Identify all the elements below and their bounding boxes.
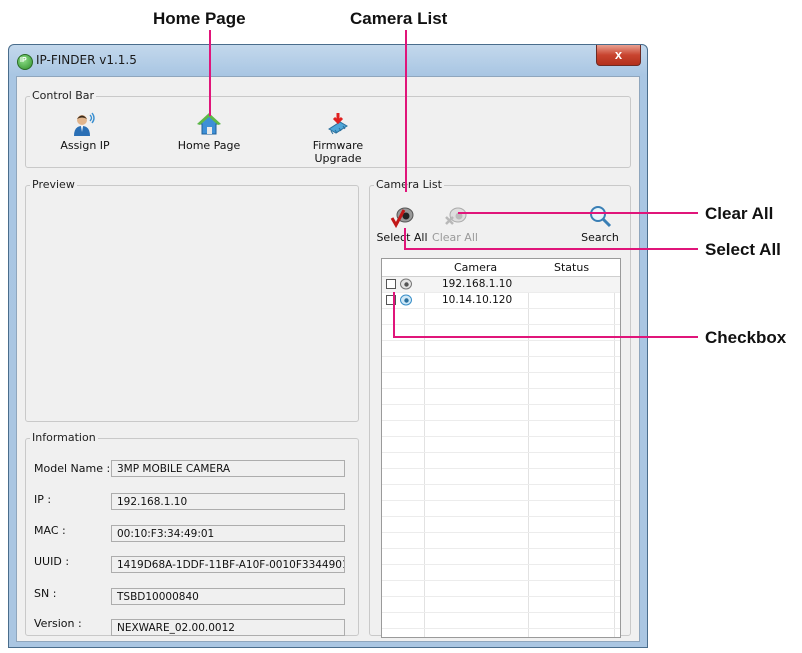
clear-all-label: Clear All <box>432 231 478 244</box>
grid-line <box>382 548 620 549</box>
camera-ip: 192.168.1.10 <box>442 278 513 290</box>
ip-finder-window: IP IP-FINDER v1.1.5 x Control Bar Assign… <box>8 44 648 648</box>
assign-ip-icon <box>73 112 97 136</box>
mac-field: 00:10:F3:34:49:01 <box>111 525 345 542</box>
select-all-icon <box>390 204 414 229</box>
version-field: NEXWARE_02.00.0012 <box>111 619 345 636</box>
grid-line <box>382 468 620 469</box>
table-row[interactable]: 192.168.1.10 <box>382 277 620 293</box>
window-title: IP-FINDER v1.1.5 <box>36 53 137 67</box>
callout-line-camera-list <box>405 30 407 192</box>
close-button[interactable]: x <box>596 45 641 66</box>
grid-line <box>382 388 620 389</box>
uuid-field: 1419D68A-1DDF-11BF-A10F-0010F3344901 <box>111 556 345 573</box>
grid-line <box>382 404 620 405</box>
grid-line <box>382 452 620 453</box>
select-all-button[interactable]: Select All <box>375 204 429 244</box>
ip-field: 192.168.1.10 <box>111 493 345 510</box>
callout-line-home-page <box>209 30 211 116</box>
callout-clear-all: Clear All <box>705 204 774 223</box>
grid-line <box>382 420 620 421</box>
model-name-label: Model Name : <box>34 462 111 475</box>
select-all-label: Select All <box>376 231 428 244</box>
assign-ip-label: Assign IP <box>60 139 110 152</box>
grid-line <box>382 484 620 485</box>
column-header-camera[interactable]: Camera <box>454 261 497 274</box>
grid-line <box>382 580 620 581</box>
preview-group: Preview <box>25 178 359 422</box>
table-header: Camera Status <box>382 259 620 277</box>
callout-home-page: Home Page <box>153 9 246 28</box>
callout-checkbox: Checkbox <box>705 328 787 347</box>
grid-line <box>382 500 620 501</box>
callout-line-select-all-vertical <box>404 228 406 250</box>
row-checkbox[interactable] <box>386 279 396 289</box>
callout-line-select-all-horizontal <box>404 248 698 250</box>
search-icon <box>588 204 612 228</box>
grid-line <box>382 516 620 517</box>
callout-line-clear-all <box>458 212 698 214</box>
column-header-status[interactable]: Status <box>554 261 589 274</box>
grid-line <box>382 532 620 533</box>
camera-list-group: Camera List Select All Clear All Search … <box>369 178 631 638</box>
control-bar-title: Control Bar <box>30 89 97 102</box>
clear-all-icon <box>443 204 467 228</box>
firmware-upgrade-button[interactable]: Firmware Upgrade <box>288 112 388 165</box>
camera-ip: 10.14.10.120 <box>442 294 513 306</box>
search-button[interactable]: Search <box>575 204 625 244</box>
table-row[interactable]: 10.14.10.120 <box>382 293 620 309</box>
grid-line <box>382 612 620 613</box>
grid-line <box>382 436 620 437</box>
grid-line <box>382 628 620 629</box>
grid-line <box>382 356 620 357</box>
callout-camera-list: Camera List <box>350 9 448 28</box>
mac-label: MAC : <box>34 524 66 537</box>
home-page-label: Home Page <box>177 139 241 152</box>
camera-icon <box>400 294 412 306</box>
grid-line <box>382 596 620 597</box>
home-page-button[interactable]: Home Page <box>174 112 244 152</box>
sn-label: SN : <box>34 587 57 600</box>
app-icon: IP <box>17 54 33 70</box>
control-bar-group: Control Bar Assign IP Home Page Firmware… <box>25 89 631 168</box>
grid-line <box>382 324 620 325</box>
sn-field: TSBD10000840 <box>111 588 345 605</box>
model-name-field: 3MP MOBILE CAMERA <box>111 460 345 477</box>
callout-line-checkbox-vertical <box>393 292 395 338</box>
title-bar[interactable]: IP IP-FINDER v1.1.5 x <box>9 45 647 77</box>
information-group: Information Model Name : 3MP MOBILE CAME… <box>25 431 359 636</box>
version-label: Version : <box>34 617 82 630</box>
grid-line <box>382 372 620 373</box>
client-area: Control Bar Assign IP Home Page Firmware… <box>16 76 640 642</box>
callout-line-checkbox-horizontal <box>393 336 698 338</box>
callout-select-all: Select All <box>705 240 781 259</box>
grid-line <box>382 340 620 341</box>
firmware-upgrade-label: Firmware Upgrade <box>312 139 364 165</box>
firmware-upgrade-icon <box>326 112 350 136</box>
camera-list-table[interactable]: Camera Status 192.168.1.10 10.14.10.120 <box>381 258 621 638</box>
camera-icon <box>400 278 412 290</box>
assign-ip-button[interactable]: Assign IP <box>50 112 120 152</box>
camera-list-title: Camera List <box>374 178 444 191</box>
preview-title: Preview <box>30 178 77 191</box>
grid-line <box>382 564 620 565</box>
search-label: Search <box>581 231 619 244</box>
information-title: Information <box>30 431 98 444</box>
clear-all-button[interactable]: Clear All <box>430 204 480 244</box>
uuid-label: UUID : <box>34 555 70 568</box>
ip-label: IP : <box>34 493 52 506</box>
